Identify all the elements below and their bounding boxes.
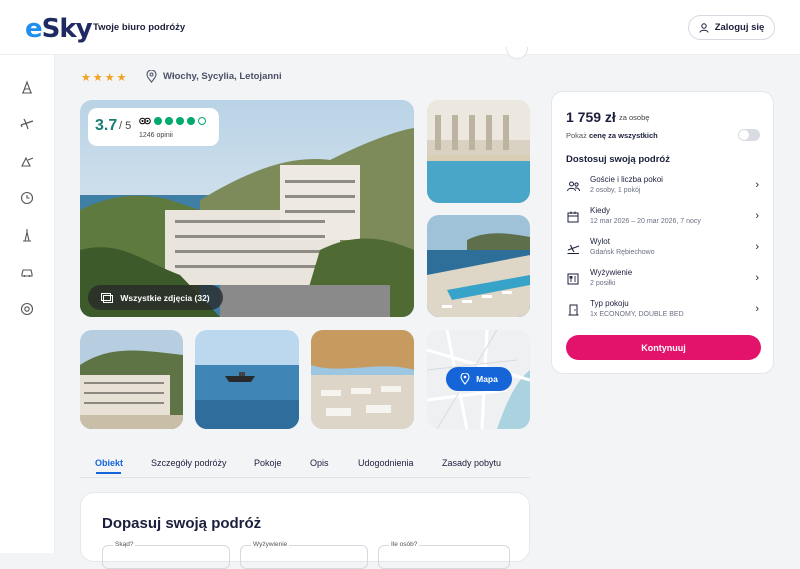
tab-szczegoly-podrozy[interactable]: Szczegóły podróży xyxy=(151,458,227,468)
tabs-divider xyxy=(80,477,530,478)
flight-icon[interactable] xyxy=(18,115,36,133)
booking-card: 1 759 zł za osobę Pokaż cenę za wszystki… xyxy=(551,91,774,374)
rating-dot xyxy=(187,117,195,125)
rating-dot xyxy=(176,117,184,125)
hotel-photo[interactable] xyxy=(80,330,183,429)
section-tabs: Obiekt Szczegóły podróży Pokoje Opis Udo… xyxy=(80,450,530,480)
door-icon xyxy=(566,303,580,317)
board-option-value: 2 posiłki xyxy=(590,280,616,287)
rating-badge[interactable]: 3.7 / 5 1246 opinii xyxy=(88,108,219,146)
location-pin-icon xyxy=(146,70,157,83)
guests-option-value: 2 osoby, 1 pokój xyxy=(590,187,641,194)
departure-option-value: Gdańsk Rębiechowo xyxy=(590,249,655,256)
chevron-right-icon: › xyxy=(755,179,759,191)
show-total-price-label: Pokaż cenę za wszystkich xyxy=(566,131,658,140)
login-label: Zaloguj się xyxy=(714,22,765,33)
rating-score: 3.7 xyxy=(95,117,118,134)
hotel-location: Włochy, Sycylia, Letojanni xyxy=(146,70,282,83)
tripadvisor-icon xyxy=(139,117,151,125)
chevron-right-icon: › xyxy=(755,210,759,222)
guests-icon xyxy=(566,179,580,193)
top-bar: eSky Twoje biuro podróży Zaloguj się xyxy=(0,0,800,55)
car-icon[interactable] xyxy=(18,263,36,281)
map-button[interactable]: Mapa xyxy=(446,367,512,391)
chevron-right-icon: › xyxy=(755,241,759,253)
last-minute-icon[interactable] xyxy=(18,189,36,207)
location-text: Włochy, Sycylia, Letojanni xyxy=(163,71,282,82)
beach-photo[interactable] xyxy=(427,215,530,317)
adjust-trip-title: Dopasuj swoją podróż xyxy=(102,515,262,532)
room-type-option-title: Typ pokoju xyxy=(590,299,629,308)
from-field[interactable]: Skąd? xyxy=(102,541,230,569)
guests-option-title: Goście i liczba pokoi xyxy=(590,175,663,184)
guests-option[interactable]: Goście i liczba pokoi 2 osoby, 1 pokój › xyxy=(566,175,761,205)
tripadvisor-rating xyxy=(139,117,206,125)
customize-trip-heading: Dostosuj swoją podróż xyxy=(566,154,670,165)
board-field[interactable]: Wyżywienie xyxy=(240,541,368,569)
tab-pokoje[interactable]: Pokoje xyxy=(254,458,282,468)
terrace-photo[interactable] xyxy=(311,330,414,429)
sidebar xyxy=(0,55,55,553)
rating-dot xyxy=(165,117,173,125)
chevron-right-icon: › xyxy=(755,272,759,284)
dates-option[interactable]: Kiedy 12 mar 2026 – 20 mar 2026, 7 nocy … xyxy=(566,206,761,236)
rating-max: / 5 xyxy=(119,120,132,132)
calendar-icon xyxy=(566,210,580,224)
show-prefix: Pokaż xyxy=(566,131,587,140)
login-button[interactable]: Zaloguj się xyxy=(688,15,775,40)
board-option[interactable]: Wyżywienie 2 posiłki › xyxy=(566,268,761,298)
rating-dot-empty xyxy=(198,117,206,125)
flight-hotel-icon[interactable] xyxy=(18,152,36,170)
gallery-icon xyxy=(101,292,114,303)
show-bold: cenę za wszystkich xyxy=(588,131,658,140)
per-person-label: za osobę xyxy=(619,113,650,122)
support-icon[interactable] xyxy=(18,300,36,318)
esky-logo[interactable]: eSky xyxy=(25,14,93,44)
price: 1 759 zł xyxy=(566,109,616,125)
rating-dot xyxy=(154,117,162,125)
tab-udogodnienia[interactable]: Udogodnienia xyxy=(358,458,414,468)
tab-zasady-pobytu[interactable]: Zasady pobytu xyxy=(442,458,501,468)
pool-photo[interactable] xyxy=(427,100,530,203)
dates-option-title: Kiedy xyxy=(590,206,611,215)
dates-option-value: 12 mar 2026 – 20 mar 2026, 7 nocy xyxy=(590,218,701,225)
room-type-option-value: 1x ECONOMY, DOUBLE BED xyxy=(590,311,684,318)
departure-option-title: Wylot xyxy=(590,237,610,246)
total-price-toggle[interactable] xyxy=(738,129,760,141)
departure-option[interactable]: Wylot Gdańsk Rębiechowo › xyxy=(566,237,761,267)
tab-obiekt[interactable]: Obiekt xyxy=(95,458,123,468)
chevron-right-icon: › xyxy=(755,303,759,315)
map-label: Mapa xyxy=(476,374,498,384)
all-photos-label: Wszystkie zdjęcia (32) xyxy=(120,292,210,303)
board-field-label: Wyżywienie xyxy=(251,541,290,548)
hotel-icon[interactable] xyxy=(18,78,36,96)
tagline: Twoje biuro podróży xyxy=(93,22,186,33)
guests-field[interactable]: Ile osób? xyxy=(378,541,510,569)
adjust-trip-section: Dopasuj swoją podróż Skąd? Wyżywienie Il… xyxy=(80,492,530,569)
board-option-title: Wyżywienie xyxy=(590,268,633,277)
guests-field-label: Ile osób? xyxy=(389,541,420,548)
meal-icon xyxy=(566,272,580,286)
user-icon xyxy=(699,22,709,33)
review-count: 1246 opinii xyxy=(139,132,173,139)
tab-opis[interactable]: Opis xyxy=(310,458,329,468)
all-photos-button[interactable]: Wszystkie zdjęcia (32) xyxy=(88,285,223,310)
map-pin-icon xyxy=(460,373,470,385)
plane-takeoff-icon xyxy=(566,241,580,255)
hotel-stars: ★★★★ xyxy=(81,72,129,84)
active-tab-indicator xyxy=(96,472,121,474)
sea-photo[interactable] xyxy=(195,330,299,429)
room-type-option[interactable]: Typ pokoju 1x ECONOMY, DOUBLE BED › xyxy=(566,299,761,329)
from-field-label: Skąd? xyxy=(113,541,136,548)
tour-icon[interactable] xyxy=(18,226,36,244)
continue-button[interactable]: Kontynuuj xyxy=(566,335,761,360)
